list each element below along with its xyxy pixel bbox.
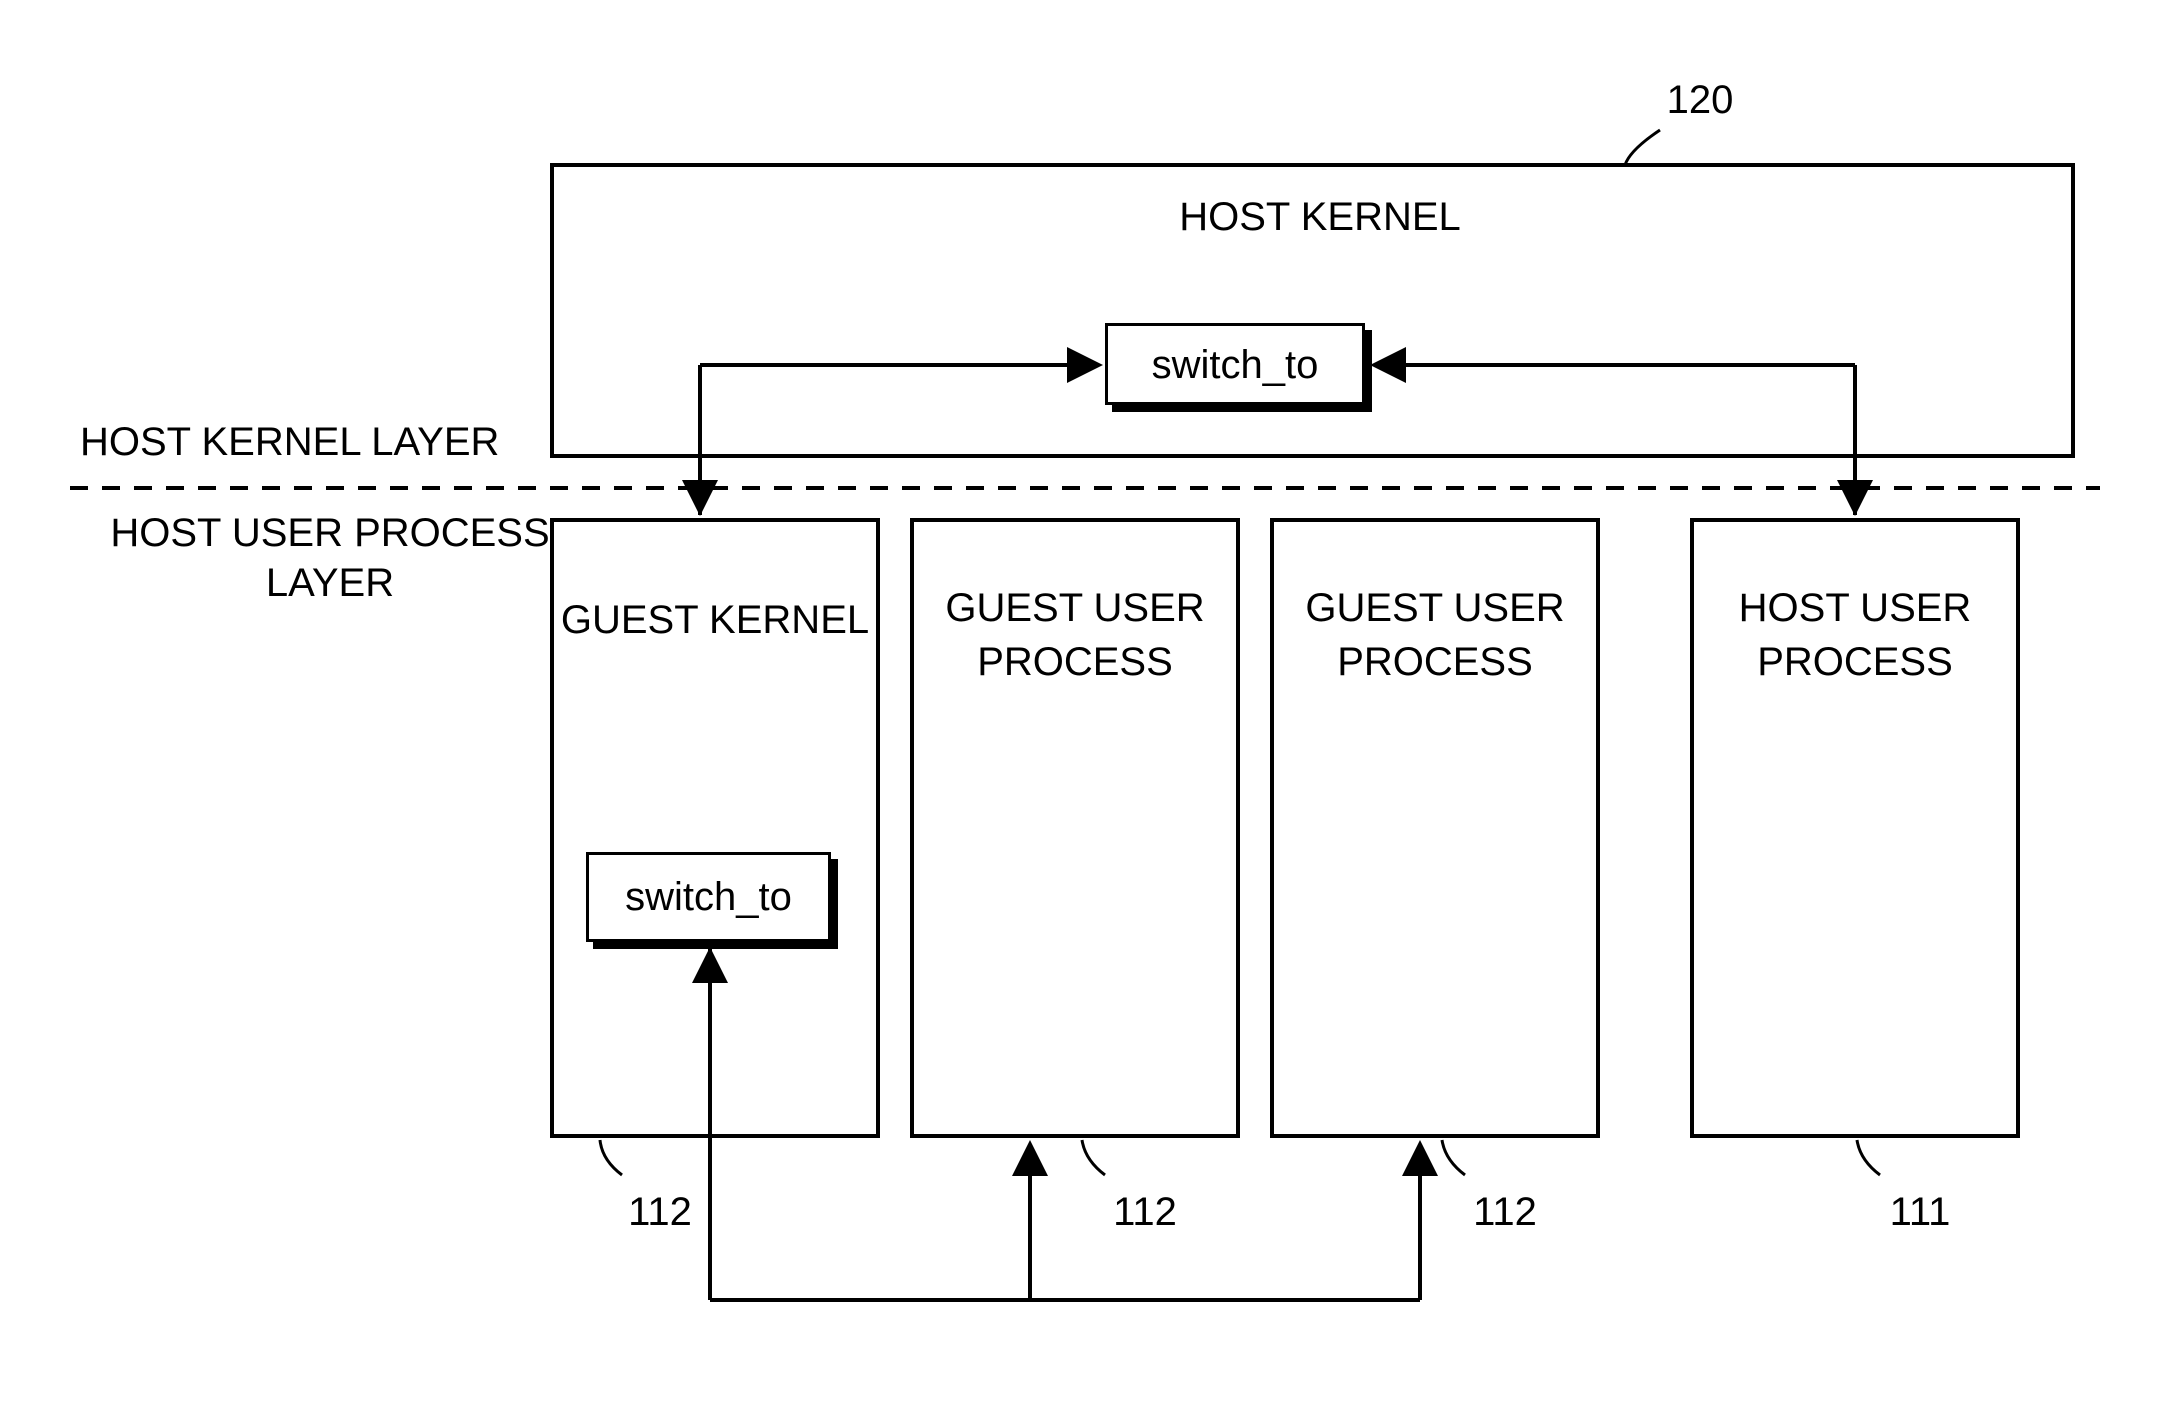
diagram-canvas: HOST KERNEL 120 switch_to HOST KERNEL LA… (0, 0, 2171, 1402)
arrows (0, 0, 2171, 1402)
